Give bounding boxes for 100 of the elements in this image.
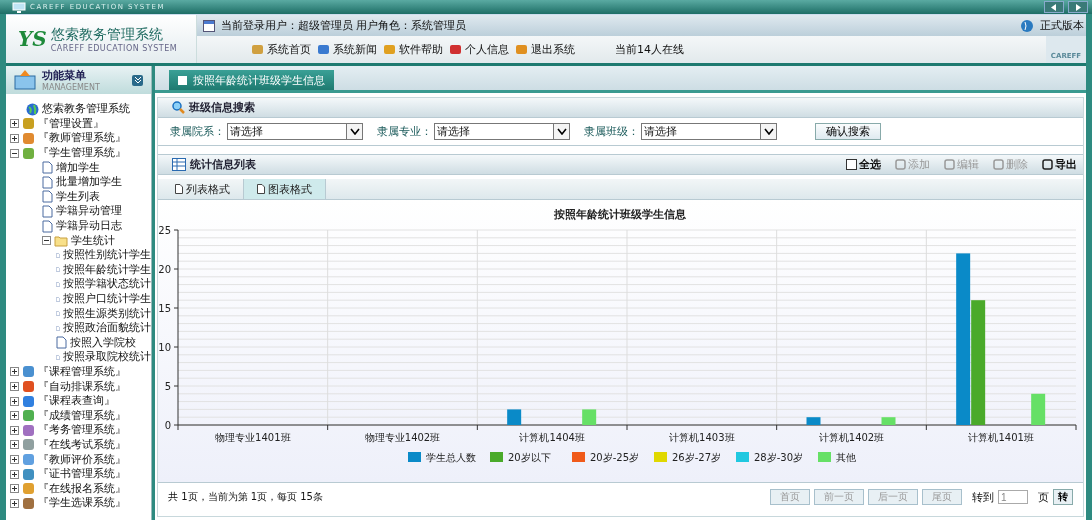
tree-item[interactable]: 按照入学院校	[70, 335, 136, 350]
page-input[interactable]: 1	[998, 490, 1028, 504]
collapse-button[interactable]	[132, 74, 143, 86]
page-icon	[42, 175, 53, 189]
tree-item[interactable]: 『自动排课系统』	[38, 379, 126, 394]
legend-label: 学生总人数	[426, 452, 476, 463]
sidebar-subtitle: MANAGEMENT	[42, 83, 100, 92]
expand-toggle-icon[interactable]	[10, 455, 19, 465]
field-label: 隶属班级：	[584, 124, 639, 139]
expand-toggle-icon[interactable]	[10, 498, 19, 508]
page-unit: 页	[1038, 489, 1049, 505]
expand-toggle-icon[interactable]	[10, 134, 19, 143]
bar	[806, 417, 821, 425]
chart-title: 按照年龄统计班级学生信息	[554, 208, 686, 221]
square-icon	[993, 159, 1004, 170]
page-tab[interactable]: 按照年龄统计班级学生信息	[169, 70, 334, 90]
user-info: 当前登录用户：超级管理员 用户角色：系统管理员	[221, 18, 467, 33]
app-title: 悠索教务管理系统	[50, 25, 164, 44]
page-icon	[42, 161, 53, 175]
tree-item[interactable]: 增加学生	[56, 160, 100, 175]
y-tick-label: 5	[164, 381, 171, 392]
folder-icon	[54, 234, 68, 247]
tree-item[interactable]: 按照录取院校统计	[63, 350, 151, 365]
dropdown[interactable]: 请选择	[641, 123, 777, 140]
expand-toggle-icon[interactable]	[10, 119, 19, 129]
expand-toggle-icon[interactable]	[10, 425, 19, 435]
square-icon	[1042, 159, 1053, 170]
y-tick-label: 20	[158, 264, 171, 275]
tree-item[interactable]: 学籍异动日志	[56, 219, 122, 234]
expand-toggle-icon[interactable]	[10, 148, 19, 158]
tree-item[interactable]: 按照户口统计学生	[63, 292, 151, 306]
app-subtitle: CAREFF EDUCATION SYSTEM	[50, 43, 178, 53]
legend-label: 其他	[836, 452, 856, 463]
globe-icon	[26, 102, 39, 116]
nav-link[interactable]: 退出系统	[515, 42, 575, 57]
expand-toggle-icon[interactable]	[10, 382, 19, 392]
nav-link[interactable]: 个人信息	[449, 42, 509, 57]
tree-item[interactable]: 悠索教务管理系统	[42, 102, 130, 117]
chevron-down-icon	[349, 128, 360, 135]
view-tab[interactable]: 图表格式	[244, 179, 326, 199]
chevron-down-icon	[763, 128, 774, 135]
tree-item[interactable]: 学籍异动管理	[56, 204, 122, 219]
page-icon	[42, 190, 53, 204]
logo-mark: YS	[18, 27, 47, 51]
expand-toggle-icon[interactable]	[10, 484, 19, 494]
dropdown[interactable]: 请选择	[227, 123, 363, 140]
tree-item[interactable]: 『管理设置』	[38, 116, 104, 131]
dropdown[interactable]: 请选择	[434, 123, 570, 140]
expand-toggle-icon[interactable]	[10, 440, 19, 450]
tree-item[interactable]: 学生列表	[56, 189, 100, 204]
tree-item[interactable]: 『教师评价系统』	[38, 452, 126, 467]
legend-label: 26岁-27岁	[672, 452, 722, 463]
tree-item[interactable]: 『在线考试系统』	[38, 437, 126, 452]
nav-link[interactable]: 系统首页	[251, 42, 311, 57]
toolbar-button[interactable]: 导出	[1042, 157, 1077, 172]
expand-toggle-icon[interactable]	[42, 236, 51, 246]
x-tick-label: 计算机1403班	[669, 432, 735, 443]
legend-label: 20岁以下	[508, 452, 551, 463]
tree-item[interactable]: 批量增加学生	[56, 175, 122, 190]
bar	[507, 409, 522, 425]
left-arrow-icon	[1051, 3, 1057, 11]
online-count: 当前14人在线	[615, 42, 684, 57]
tree-item[interactable]: 学生统计	[71, 233, 115, 248]
expand-toggle-icon[interactable]	[10, 469, 19, 479]
tree-item[interactable]: 『在线报名系统』	[38, 481, 126, 496]
tree-item[interactable]: 『考务管理系统』	[38, 423, 126, 438]
expand-toggle-icon[interactable]	[10, 396, 19, 406]
square-icon	[895, 159, 906, 170]
sidebar-title: 功能菜单	[42, 68, 87, 83]
chevron-down-icon	[556, 128, 567, 135]
tree-item[interactable]: 『学生管理系统』	[38, 146, 126, 161]
tree-item[interactable]: 『课程管理系统』	[38, 365, 126, 379]
search-icon	[172, 101, 185, 114]
select-all-checkbox[interactable]: 全选	[846, 157, 881, 172]
tree-item[interactable]: 按照性别统计学生	[63, 248, 151, 263]
bar	[582, 409, 597, 425]
tree-item[interactable]: 『课程表查询』	[38, 394, 115, 409]
x-tick-label: 计算机1404班	[519, 432, 585, 443]
checkbox-icon	[846, 159, 857, 170]
search-button[interactable]: 确认搜索	[815, 123, 881, 140]
tree-item[interactable]: 按照学籍状态统计	[63, 277, 151, 292]
go-button[interactable]: 转	[1053, 489, 1073, 505]
tree-item[interactable]: 按照生源类别统计	[63, 306, 151, 321]
expand-toggle-icon[interactable]	[10, 367, 19, 377]
expand-toggle-icon[interactable]	[10, 411, 19, 421]
nav-link[interactable]: 软件帮助	[383, 42, 443, 57]
scroll-right-button[interactable]	[1068, 1, 1088, 13]
tree-item[interactable]: 『成绩管理系统』	[38, 408, 126, 423]
bar	[1031, 393, 1046, 425]
scroll-left-button[interactable]	[1044, 1, 1064, 13]
tree-item[interactable]: 『证书管理系统』	[38, 467, 126, 482]
legend-label: 20岁-25岁	[590, 452, 640, 463]
tree-item[interactable]: 按照政治面貌统计	[63, 321, 151, 336]
y-tick-label: 25	[158, 225, 171, 236]
page-icon	[257, 184, 265, 194]
tree-item[interactable]: 按照年龄统计学生	[63, 262, 151, 277]
tree-item[interactable]: 『学生选课系统』	[38, 496, 126, 511]
globe-icon	[1020, 18, 1034, 33]
tree-item[interactable]: 『教师管理系统』	[38, 131, 126, 146]
nav-link[interactable]: 系统新闻	[317, 42, 377, 57]
